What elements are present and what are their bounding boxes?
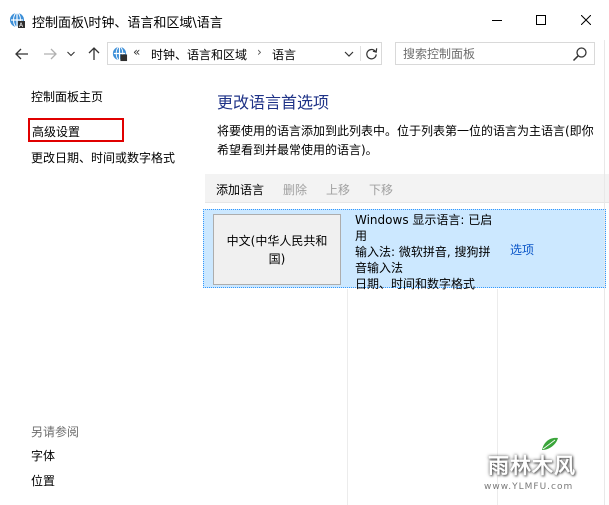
move-down-button[interactable]: 下移: [369, 181, 393, 198]
up-button[interactable]: [84, 44, 104, 64]
minimize-icon: [492, 20, 502, 21]
maximize-icon: [536, 15, 546, 25]
maximize-button[interactable]: [518, 0, 564, 40]
column-divider: [347, 289, 348, 505]
location-link[interactable]: 位置: [31, 472, 55, 489]
fonts-link[interactable]: 字体: [31, 447, 55, 464]
change-date-format-link[interactable]: 更改日期、时间或数字格式: [31, 149, 175, 166]
minimize-button[interactable]: [474, 0, 520, 40]
language-toolbar: 添加语言 删除 上移 下移: [205, 174, 609, 203]
control-panel-icon: A: [10, 12, 25, 29]
language-details: Windows 显示语言: 已启用 输入法: 微软拼音, 搜狗拼音输入法 日期、…: [355, 212, 501, 292]
watermark-url: www.YLMFU.com: [484, 482, 574, 492]
title-bar: A 控制面板\时钟、语言和区域\语言: [0, 0, 609, 40]
search-icon[interactable]: [572, 46, 588, 62]
window-title: 控制面板\时钟、语言和区域\语言: [32, 16, 223, 31]
arrow-left-icon: [15, 48, 28, 60]
search-input[interactable]: [396, 43, 566, 64]
address-bar[interactable]: « 时钟、语言和区域 › 语言: [107, 42, 382, 65]
forward-button[interactable]: [40, 44, 60, 64]
breadcrumb-overflow[interactable]: «: [133, 45, 140, 59]
display-language-status: Windows 显示语言: 已启用: [355, 213, 493, 243]
address-row: « 时钟、语言和区域 › 语言: [0, 40, 609, 68]
see-also-heading: 另请参阅: [31, 425, 80, 439]
back-button[interactable]: [12, 44, 32, 64]
remove-button[interactable]: 删除: [283, 181, 307, 198]
breadcrumb-language[interactable]: 语言: [272, 46, 296, 63]
page-title: 更改语言首选项: [217, 93, 330, 112]
address-divider: [360, 46, 361, 61]
add-language-button[interactable]: 添加语言: [216, 181, 264, 198]
control-panel-icon: [112, 46, 128, 62]
chevron-down-icon: [67, 51, 75, 57]
page-description: 将要使用的语言添加到此列表中。位于列表第一位的语言为主语言(即你希望看到并最常使…: [217, 124, 594, 157]
move-up-button[interactable]: 上移: [326, 181, 350, 198]
watermark: 雨林木风 www.YLMFU.com: [472, 432, 605, 498]
refresh-icon[interactable]: [364, 46, 379, 61]
date-time-format-label: 日期、时间和数字格式: [355, 277, 476, 291]
search-box[interactable]: [395, 42, 595, 65]
breadcrumb-separator[interactable]: ›: [257, 45, 262, 59]
chevron-down-icon[interactable]: [342, 47, 356, 61]
advanced-settings-link[interactable]: 高级设置: [32, 123, 80, 140]
breadcrumb-clock-language-region[interactable]: 时钟、语言和区域: [151, 46, 247, 63]
recent-locations-button[interactable]: [64, 44, 78, 64]
close-button[interactable]: [563, 0, 609, 40]
watermark-text: 雨林木风: [488, 454, 576, 478]
arrow-up-icon: [88, 47, 100, 60]
language-name-button[interactable]: 中文(中华人民共和国): [213, 214, 341, 285]
left-nav: 控制面板主页 高级设置 更改日期、时间或数字格式 另请参阅 字体 位置: [0, 68, 205, 505]
language-row[interactable]: 中文(中华人民共和国) Windows 显示语言: 已启用 输入法: 微软拼音,…: [203, 209, 606, 291]
close-icon: [581, 15, 591, 25]
input-method-list: 输入法: 微软拼音, 搜狗拼音输入法: [355, 245, 491, 275]
arrow-right-icon: [44, 48, 57, 60]
options-link[interactable]: 选项: [510, 241, 534, 258]
control-panel-home-link[interactable]: 控制面板主页: [31, 88, 103, 105]
